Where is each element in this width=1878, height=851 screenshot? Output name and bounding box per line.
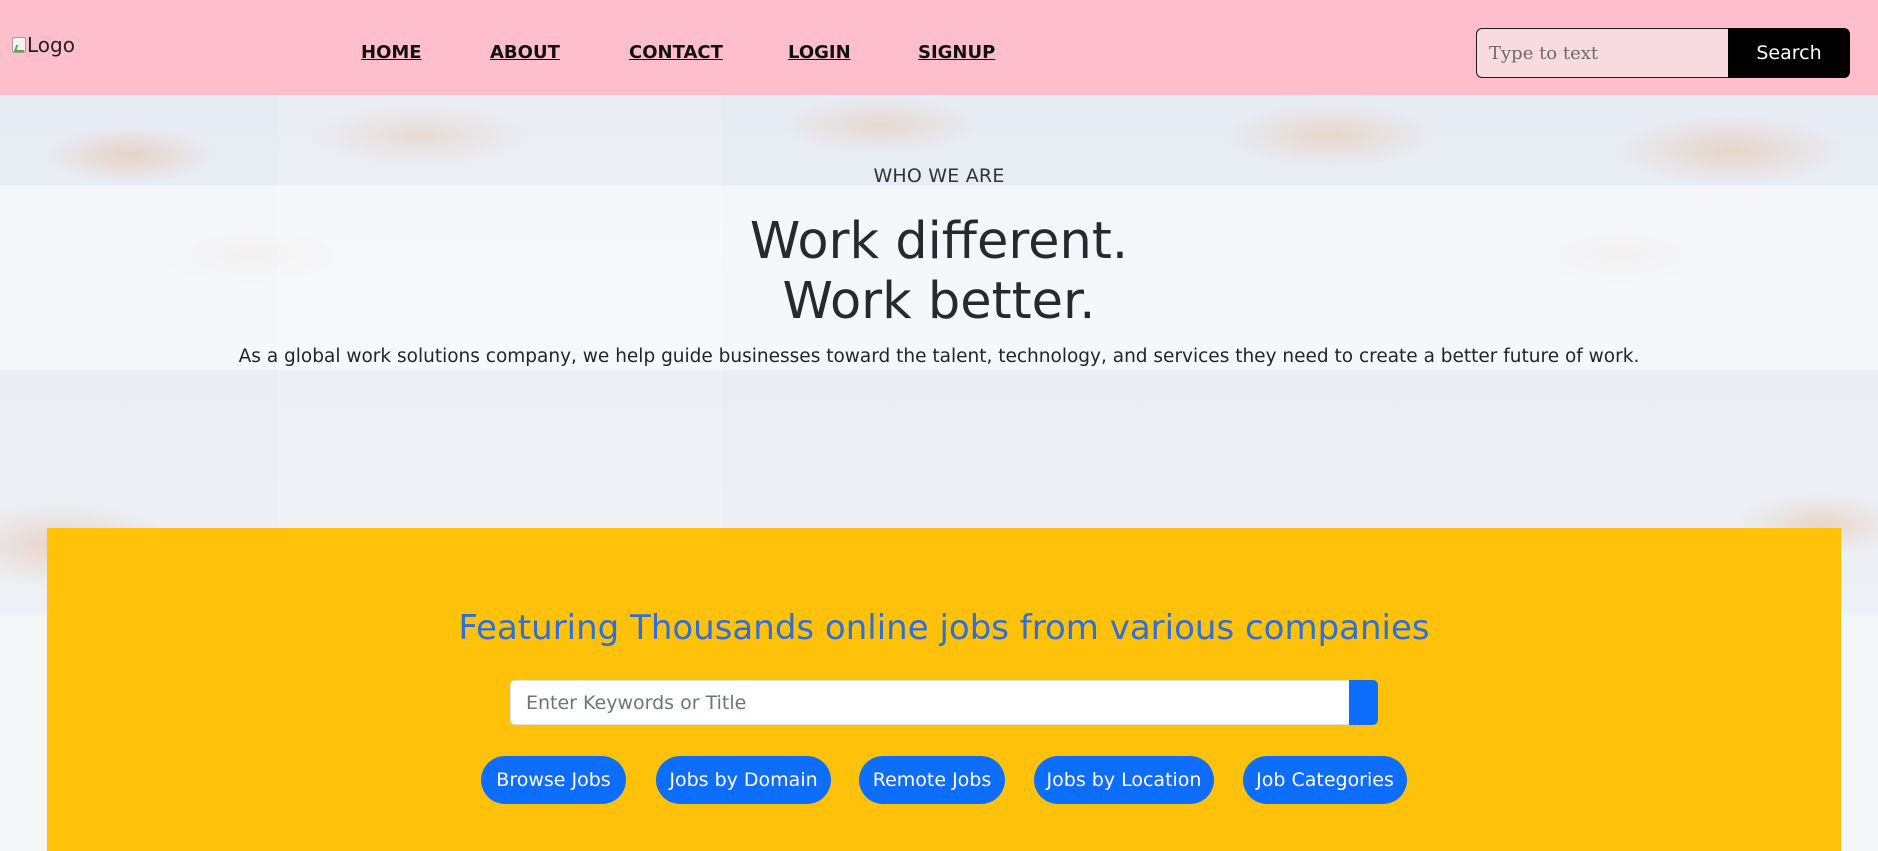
hero-title: Work different. Work better.	[0, 212, 1878, 332]
hero-title-line-2: Work better.	[782, 272, 1096, 331]
nav-contact[interactable]: CONTACT	[629, 42, 723, 63]
remote-jobs-button[interactable]: Remote Jobs	[859, 756, 1005, 804]
nav-home[interactable]: HOME	[361, 42, 422, 63]
nav-about[interactable]: ABOUT	[490, 42, 560, 63]
nav-signup[interactable]: SIGNUP	[918, 42, 995, 63]
logo[interactable]: Logo	[12, 33, 75, 57]
jobs-by-location-button[interactable]: Jobs by Location	[1034, 756, 1214, 804]
search-button[interactable]: Search	[1728, 28, 1850, 78]
job-keyword-input[interactable]	[510, 680, 1349, 725]
jobs-title: Featuring Thousands online jobs from var…	[458, 608, 1430, 648]
browse-jobs-button[interactable]: Browse Jobs	[481, 756, 626, 804]
job-search	[510, 680, 1378, 725]
site-header: Logo HOME ABOUT CONTACT LOGIN SIGNUP Sea…	[0, 0, 1878, 95]
logo-alt-text: Logo	[27, 33, 75, 57]
broken-image-icon	[12, 37, 26, 53]
jobs-by-domain-button[interactable]: Jobs by Domain	[656, 756, 831, 804]
hero-description: As a global work solutions company, we h…	[238, 346, 1640, 367]
hero-title-line-1: Work different.	[749, 212, 1129, 271]
job-search-button[interactable]	[1349, 680, 1378, 725]
job-categories-button[interactable]: Job Categories	[1243, 756, 1407, 804]
nav-login[interactable]: LOGIN	[788, 42, 851, 63]
hero-eyebrow: WHO WE ARE	[873, 165, 1005, 187]
jobs-panel: Featuring Thousands online jobs from var…	[47, 528, 1841, 851]
header-search: Search	[1476, 28, 1850, 78]
search-input[interactable]	[1476, 28, 1728, 78]
